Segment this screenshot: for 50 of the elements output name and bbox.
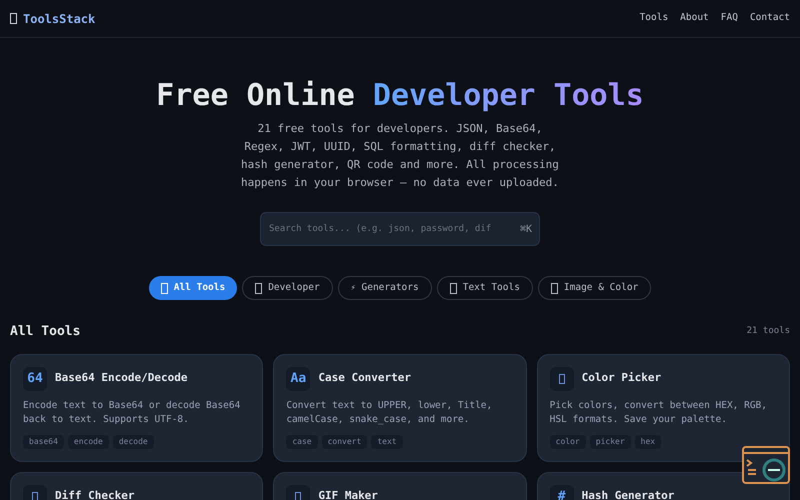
tool-card[interactable]: Color Picker Pick colors, convert between HEX, RGB, HSL formats. Save your palette. color picker hex bbox=[536, 354, 790, 462]
shortcut-hint: ⌘K bbox=[520, 223, 532, 237]
square-icon bbox=[450, 282, 457, 294]
tool-card[interactable]: # Hash Generator bbox=[536, 472, 790, 500]
tool-badge: Aa bbox=[286, 366, 310, 390]
nav-link[interactable]: About bbox=[680, 11, 709, 26]
square-icon bbox=[160, 282, 168, 294]
tool-description: Convert text to UPPER, lower, Title, camelCase, snake_case, and more. bbox=[286, 398, 494, 426]
tool-description: Pick colors, convert between HEX, RGB, HSL formats. Save your palette. bbox=[550, 398, 768, 426]
tool-card[interactable]: Aa Case Converter Convert text to UPPER, lower, Title, camelCase, snake_case, and more. case convert text bbox=[273, 354, 527, 462]
tool-name: Diff Checker bbox=[55, 488, 134, 500]
hero-title: Free Online Developer Tools bbox=[156, 78, 644, 114]
tool-tag: decode bbox=[112, 434, 154, 448]
tool-tag: case bbox=[286, 434, 318, 448]
tool-card[interactable]: GIF Maker bbox=[273, 472, 527, 500]
hero-subtitle: 21 free tools for developers. JSON, Base64, Regex, JWT, UUID, SQL formatting, diff checker, hash generator, QR code and more. All processing happens in your browser — no data ever uploaded. bbox=[240, 121, 560, 191]
tool-name: Base64 Encode/Decode bbox=[55, 370, 188, 386]
square-icon bbox=[550, 282, 558, 294]
section-title: All Tools bbox=[10, 323, 80, 341]
logo-text[interactable]: ToolsStack bbox=[23, 10, 96, 28]
tool-count: 21 tools bbox=[746, 325, 790, 338]
tool-name: Hash Generator bbox=[582, 488, 674, 500]
tool-tag: convert bbox=[322, 434, 368, 448]
filter-tab[interactable]: Image & Color bbox=[538, 276, 652, 300]
filter-glyph: ⚡ bbox=[350, 282, 356, 294]
tool-tag: hex bbox=[634, 434, 662, 448]
square-icon bbox=[558, 374, 565, 384]
tool-badge: 64 bbox=[23, 366, 47, 390]
tool-tag: picker bbox=[590, 434, 631, 448]
tool-name: Color Picker bbox=[582, 370, 662, 386]
filter-tab[interactable]: ⚡ Generators bbox=[338, 276, 432, 300]
filter-tab[interactable]: Developer bbox=[242, 276, 333, 300]
tool-tag: text bbox=[371, 434, 403, 448]
tool-name: GIF Maker bbox=[318, 488, 378, 500]
tool-badge: # bbox=[550, 484, 574, 500]
tool-description: Encode text to Base64 or decode Base64 back to text. Supports UTF-8. bbox=[23, 398, 242, 426]
terminal-search-icon[interactable] bbox=[742, 446, 790, 486]
nav-link[interactable]: FAQ bbox=[720, 11, 738, 26]
tool-tag: color bbox=[550, 434, 586, 448]
nav-link[interactable]: Tools bbox=[640, 11, 668, 26]
square-icon bbox=[255, 282, 262, 294]
tool-tag: encode bbox=[68, 434, 109, 448]
filter-tab[interactable]: All Tools bbox=[148, 276, 238, 300]
tool-name: Case Converter bbox=[318, 370, 412, 386]
nav-link[interactable]: Contact bbox=[750, 11, 790, 26]
filter-tab[interactable]: Text Tools bbox=[436, 276, 533, 300]
logo-icon bbox=[10, 13, 17, 24]
tool-card[interactable]: 64 Base64 Encode/Decode Encode text to Base64 or decode Base64 back to text. Supports UTF-8. base64 encode decode bbox=[10, 354, 264, 462]
tool-tag: base64 bbox=[23, 434, 64, 448]
tool-card[interactable]: Diff Checker bbox=[10, 472, 264, 500]
